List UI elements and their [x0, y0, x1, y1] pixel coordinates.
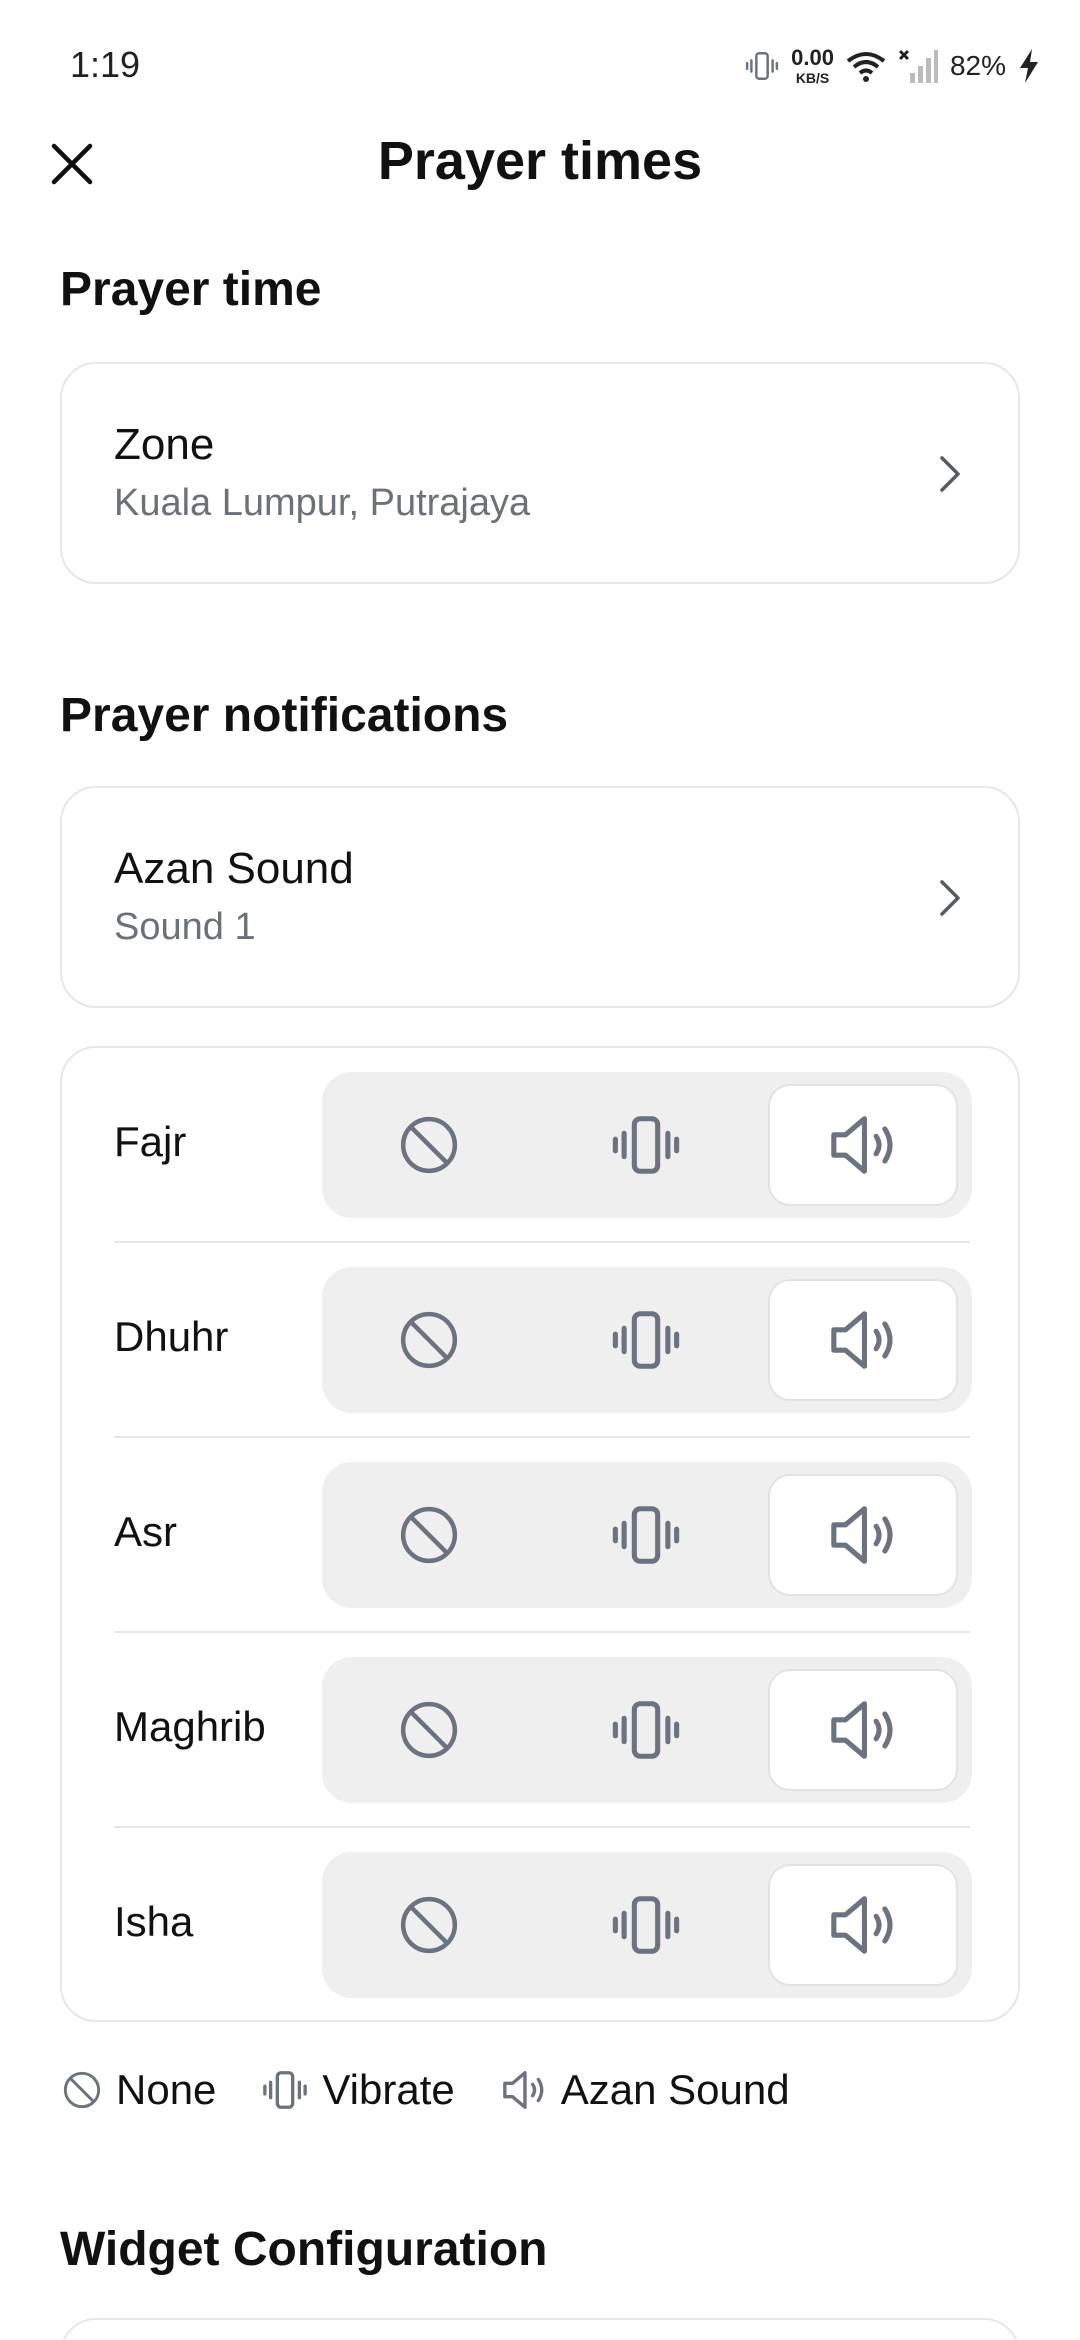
zone-value: Kuala Lumpur, Putrajaya: [114, 482, 531, 524]
section-title-prayer-time: Prayer time: [60, 263, 322, 316]
mode-vibrate-button[interactable]: [551, 1084, 741, 1206]
prayer-name: Fajr: [114, 1118, 187, 1165]
notification-mode-selector: [322, 1267, 972, 1413]
prayer-name: Isha: [114, 1898, 194, 1945]
azan-sound-setting[interactable]: Azan Sound Sound 1: [60, 786, 1020, 1008]
charging-icon: [1020, 49, 1038, 83]
mode-none-button[interactable]: [334, 1279, 524, 1401]
legend-azan-label: Azan Sound: [560, 2066, 790, 2113]
block-icon: [398, 1114, 460, 1176]
block-icon: [398, 1309, 460, 1371]
prayer-row-asr: Asr: [62, 1438, 1018, 1633]
chevron-right-icon: [930, 450, 970, 498]
legend-vibrate-label: Vibrate: [322, 2066, 455, 2113]
status-icons: 0.00 KB/S 82%: [745, 46, 1040, 86]
prayer-row-dhuhr: Dhuhr: [62, 1243, 1018, 1438]
mode-none-button[interactable]: [334, 1084, 524, 1206]
notification-mode-selector: [322, 1072, 972, 1218]
status-time: 1:19: [70, 44, 141, 85]
azan-sound-label: Azan Sound: [114, 844, 354, 893]
page-title: Prayer times: [377, 131, 703, 191]
prayer-row-maghrib: Maghrib: [62, 1633, 1018, 1828]
mode-vibrate-button[interactable]: [551, 1669, 741, 1791]
widget-configuration-card: [60, 2318, 1020, 2340]
app-bar: Prayer times: [0, 110, 1080, 220]
legend-azan: Azan Sound: [501, 2066, 790, 2114]
notification-mode-legend: None Vibrate Azan Sound: [62, 2060, 836, 2120]
vibrate-mode-icon: [745, 49, 779, 83]
section-title-prayer-notifications: Prayer notifications: [60, 689, 509, 742]
mode-vibrate-button[interactable]: [551, 1474, 741, 1596]
network-speed: 0.00 KB/S: [791, 45, 834, 86]
speaker-icon: [828, 1110, 898, 1180]
wifi-icon: [846, 52, 886, 82]
zone-label: Zone: [114, 420, 215, 469]
block-icon: [398, 1504, 460, 1566]
vibrate-icon: [611, 1500, 681, 1570]
mode-none-button[interactable]: [334, 1474, 524, 1596]
vibrate-icon: [262, 2067, 308, 2113]
prayer-name: Maghrib: [114, 1703, 266, 1750]
battery-percent: 82%: [949, 50, 1006, 81]
speaker-icon: [828, 1500, 898, 1570]
speaker-icon: [501, 2067, 547, 2113]
mode-vibrate-button[interactable]: [551, 1864, 741, 1986]
vibrate-icon: [611, 1890, 681, 1960]
legend-none: None: [62, 2066, 216, 2114]
notification-mode-selector: [322, 1462, 972, 1608]
mode-azan-button[interactable]: [768, 1279, 958, 1401]
chevron-right-icon: [930, 874, 970, 922]
prayer-notification-list: Fajr Dhuhr Asr Maghrib Isha: [60, 1046, 1020, 2022]
vibrate-icon: [611, 1305, 681, 1375]
speaker-icon: [828, 1695, 898, 1765]
notification-mode-selector: [322, 1657, 972, 1803]
mode-none-button[interactable]: [334, 1864, 524, 1986]
section-title-widget-configuration: Widget Configuration: [60, 2223, 548, 2276]
legend-vibrate: Vibrate: [262, 2066, 455, 2114]
block-icon: [398, 1894, 460, 1956]
block-icon: [398, 1699, 460, 1761]
notification-mode-selector: [322, 1852, 972, 1998]
mode-vibrate-button[interactable]: [551, 1279, 741, 1401]
network-speed-value: 0.00: [791, 45, 834, 70]
mode-azan-button[interactable]: [768, 1669, 958, 1791]
zone-setting[interactable]: Zone Kuala Lumpur, Putrajaya: [60, 362, 1020, 584]
speaker-icon: [828, 1890, 898, 1960]
prayer-row-fajr: Fajr: [62, 1048, 1018, 1243]
azan-sound-value: Sound 1: [114, 906, 256, 948]
prayer-row-isha: Isha: [62, 1828, 1018, 2023]
block-icon: [62, 2070, 102, 2110]
mode-azan-button[interactable]: [768, 1084, 958, 1206]
mode-azan-button[interactable]: [768, 1474, 958, 1596]
prayer-name: Dhuhr: [114, 1313, 229, 1360]
mode-azan-button[interactable]: [768, 1864, 958, 1986]
legend-none-label: None: [116, 2066, 217, 2113]
vibrate-icon: [611, 1695, 681, 1765]
prayer-name: Asr: [114, 1508, 177, 1555]
network-speed-unit: KB/S: [795, 70, 830, 86]
mode-none-button[interactable]: [334, 1669, 524, 1791]
speaker-icon: [828, 1305, 898, 1375]
no-signal-icon: [898, 49, 938, 83]
vibrate-icon: [611, 1110, 681, 1180]
